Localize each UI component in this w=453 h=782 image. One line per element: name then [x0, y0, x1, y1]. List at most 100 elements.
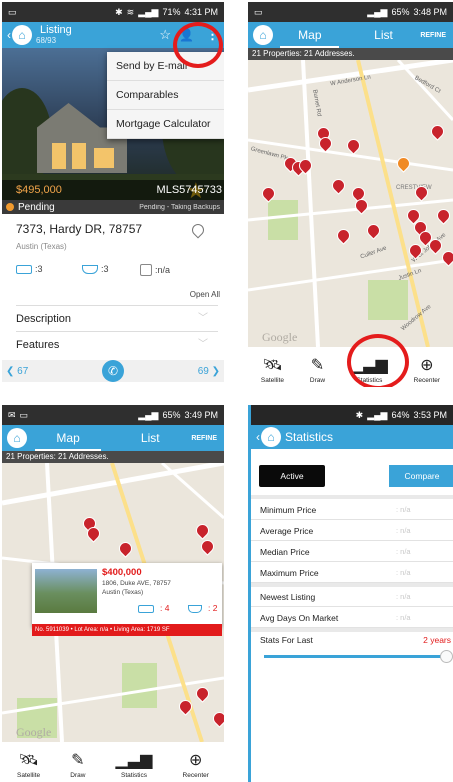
map-view[interactable]: W Anderson Ln Burnet Rd Greenlawn Pkwy C…	[248, 60, 453, 347]
bar-chart-icon: ▁▃▆	[115, 752, 153, 769]
status-bar: ▭ ✱ ≋ ▂▄▆ 71% 4:31 PM	[2, 2, 224, 22]
stat-label: Newest Listing	[260, 592, 316, 602]
slider-handle[interactable]	[440, 650, 453, 663]
stat-label: Minimum Price	[260, 505, 317, 515]
crosshair-icon: ⊕	[189, 752, 203, 769]
recenter-button[interactable]: ⊕ Recenter	[183, 752, 209, 779]
tab-list[interactable]: List	[109, 425, 191, 451]
properties-summary: 21 Properties: 21 Addresses.	[248, 48, 453, 60]
draw-button[interactable]: ✎ Draw	[70, 752, 85, 779]
tool-label: Satellite	[260, 377, 285, 384]
status-bar: ✉ ▭ ▂▄▆ 65% 3:49 PM	[2, 405, 224, 425]
tool-label: Statistics	[120, 772, 147, 779]
stats-for-last-label: Stats For Last	[260, 635, 313, 645]
signal-icon: ▂▄▆	[367, 409, 388, 420]
google-logo: Google	[16, 725, 52, 739]
map-popup-screen: ✉ ▭ ▂▄▆ 65% 3:49 PM ⌂ Map List REFINE 21…	[2, 405, 224, 782]
wifi-icon: ≋	[126, 6, 135, 17]
stat-value: : n/a	[396, 613, 411, 622]
prev-listing-button[interactable]: ❮ 67	[6, 366, 28, 377]
refine-button[interactable]: REFINE	[420, 32, 446, 39]
listing-popup[interactable]: $400,000 1806, Duke AVE, 78757 Austin (T…	[32, 563, 222, 627]
stat-row: Median Price: n/a	[251, 542, 453, 562]
home-icon[interactable]: ⌂	[261, 427, 281, 447]
draw-button[interactable]: ✎ Draw	[310, 357, 325, 384]
next-listing-button[interactable]: 69 ❯	[198, 366, 220, 377]
popup-city: Austin (Texas)	[102, 589, 144, 596]
favorite-star-icon[interactable]: ☆	[159, 27, 171, 43]
tab-map[interactable]: Map	[27, 425, 109, 451]
pencil-icon: ✎	[310, 357, 325, 374]
area-value: :n/a	[155, 265, 171, 275]
clock: 3:49 PM	[184, 410, 218, 420]
popup-price: $400,000	[102, 567, 142, 578]
listing-status-row: Pending Pending - Taking Backups	[2, 200, 224, 214]
gallery-icon: ▭	[254, 6, 263, 17]
period-slider[interactable]	[264, 650, 453, 663]
satellite-button[interactable]: 🛰 Satellite	[17, 752, 40, 779]
stat-value: : n/a	[396, 505, 411, 514]
satellite-button[interactable]: 🛰 Satellite	[261, 357, 284, 384]
properties-summary: 21 Properties: 21 Addresses.	[2, 451, 224, 463]
area-feature: :n/a	[140, 264, 170, 276]
tool-label: Draw	[70, 772, 86, 779]
battery-text: 65%	[391, 7, 410, 17]
location-pin-icon[interactable]	[189, 221, 207, 239]
clock: 3:48 PM	[413, 7, 447, 17]
next-number: 69	[197, 365, 209, 377]
recenter-button[interactable]: ⊕ Recenter	[414, 357, 440, 384]
beds-feature: :3	[16, 264, 43, 274]
google-logo: Google	[262, 330, 298, 344]
bath-icon	[188, 605, 202, 613]
tab-map[interactable]: Map	[273, 22, 347, 48]
home-icon[interactable]: ⌂	[12, 25, 32, 45]
satellite-icon: 🛰	[262, 357, 283, 374]
popup-house-image	[35, 569, 97, 613]
popup-beds: : 4	[160, 603, 170, 613]
tab-list[interactable]: List	[347, 22, 421, 48]
listing-price: $495,000	[16, 184, 62, 196]
status-text: Pending	[18, 201, 55, 213]
back-chevron-icon[interactable]: ‹	[7, 28, 11, 42]
divider	[251, 495, 453, 499]
bath-icon	[82, 264, 98, 274]
stat-row: Newest Listing: n/a	[251, 587, 453, 607]
map-screen: ▭ ▂▄▆ 65% 3:48 PM ⌂ Map List REFINE 21 P…	[248, 2, 453, 387]
map-toolbar: 🛰 Satellite ✎ Draw ▁▃▆ Statistics ⊕ Rece…	[2, 742, 224, 782]
section-label: Features	[16, 339, 60, 351]
highlight-circle	[173, 22, 223, 68]
stat-row: Minimum Price : n/a	[251, 500, 453, 520]
gallery-icon: ▭	[8, 6, 17, 17]
stat-value: : n/a	[396, 568, 411, 577]
status-dot-icon	[6, 202, 14, 211]
home-icon[interactable]: ⌂	[253, 25, 273, 45]
statistics-app-bar: ‹ ⌂ Statistics	[251, 425, 453, 449]
chevron-down-icon: ﹀	[198, 339, 208, 350]
tool-label: Draw	[309, 377, 326, 384]
open-all-link[interactable]: Open All	[190, 290, 220, 299]
satellite-icon: 🛰	[18, 752, 39, 769]
divider	[251, 628, 453, 632]
battery-text: 65%	[162, 410, 181, 420]
stat-label: Maximum Price	[260, 568, 319, 578]
price-bar: $495,000 MLS5745733	[2, 180, 224, 200]
phone-call-icon[interactable]: ✆	[102, 360, 124, 382]
listing-counter: 68/93	[36, 36, 57, 45]
popup-info-bar[interactable]: No. 5911039 • Lot Area: n/a • Living Are…	[32, 624, 222, 636]
tool-label: Recenter	[413, 377, 441, 384]
section-features[interactable]: Features ﹀	[16, 331, 218, 357]
back-chevron-icon[interactable]: ‹	[256, 430, 260, 444]
home-icon[interactable]: ⌂	[7, 428, 27, 448]
menu-item-comparables[interactable]: Comparables	[107, 81, 224, 110]
section-description[interactable]: Description ﹀	[16, 305, 218, 331]
active-button[interactable]: Active	[259, 465, 325, 487]
refine-button[interactable]: REFINE	[191, 435, 217, 442]
menu-item-mortgage-calculator[interactable]: Mortgage Calculator	[107, 110, 224, 139]
compare-button[interactable]: Compare	[389, 465, 453, 487]
listing-screen: ▭ ✱ ≋ ▂▄▆ 71% 4:31 PM ‹ ⌂ Listing 68/93 …	[2, 2, 224, 387]
stat-row: Maximum Price : n/a	[251, 563, 453, 583]
status-bar: ▭ ▂▄▆ 65% 3:48 PM	[248, 2, 453, 22]
status-detail: Pending - Taking Backups	[139, 203, 220, 211]
statistics-button[interactable]: ▁▃▆ Statistics	[116, 752, 153, 779]
gallery-icon: ▭	[19, 409, 29, 420]
